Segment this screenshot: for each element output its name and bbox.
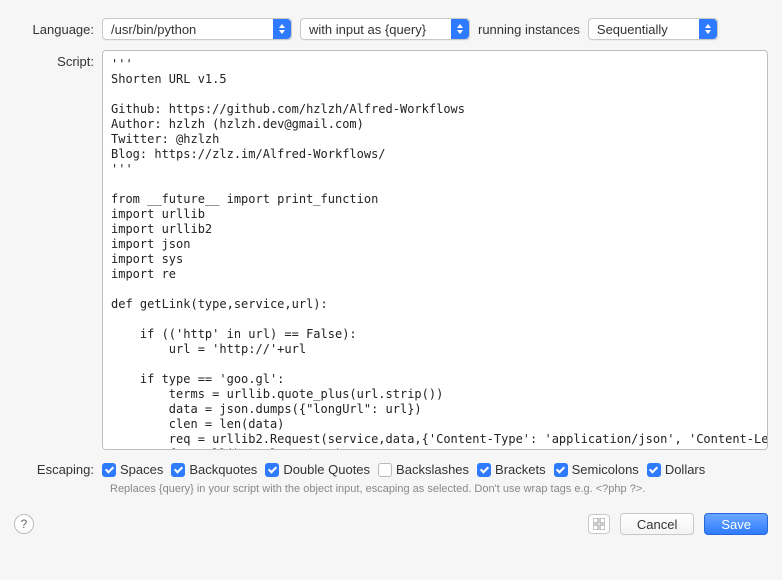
escaping-semicolons-label: Semicolons (572, 462, 639, 477)
escaping-brackets-label: Brackets (495, 462, 546, 477)
checkbox-icon (554, 463, 568, 477)
escaping-double-quotes[interactable]: Double Quotes (265, 462, 370, 477)
language-select-value: /usr/bin/python (111, 22, 196, 37)
escaping-backquotes[interactable]: Backquotes (171, 462, 257, 477)
script-label: Script: (14, 50, 94, 69)
checkbox-icon (171, 463, 185, 477)
help-icon: ? (21, 517, 28, 531)
escaping-dollars[interactable]: Dollars (647, 462, 705, 477)
chevron-updown-icon (451, 19, 469, 39)
escaping-spaces[interactable]: Spaces (102, 462, 163, 477)
help-button[interactable]: ? (14, 514, 34, 534)
escaping-backslashes[interactable]: Backslashes (378, 462, 469, 477)
script-textarea[interactable]: ''' Shorten URL v1.5 Github: https://git… (102, 50, 768, 450)
save-button[interactable]: Save (704, 513, 768, 535)
cancel-button[interactable]: Cancel (620, 513, 694, 535)
escaping-spaces-label: Spaces (120, 462, 163, 477)
concurrency-select[interactable]: Sequentially (588, 18, 718, 40)
language-label: Language: (14, 22, 94, 37)
checkbox-icon (378, 463, 392, 477)
checkbox-icon (477, 463, 491, 477)
input-mode-select[interactable]: with input as {query} (300, 18, 470, 40)
checkbox-icon (102, 463, 116, 477)
escaping-label: Escaping: (14, 462, 94, 477)
grid-view-button[interactable] (588, 514, 610, 534)
chevron-updown-icon (699, 19, 717, 39)
escaping-hint: Replaces {query} in your script with the… (110, 483, 768, 495)
concurrency-value: Sequentially (597, 22, 668, 37)
escaping-double-quotes-label: Double Quotes (283, 462, 370, 477)
escaping-brackets[interactable]: Brackets (477, 462, 546, 477)
chevron-updown-icon (273, 19, 291, 39)
escaping-semicolons[interactable]: Semicolons (554, 462, 639, 477)
checkbox-icon (647, 463, 661, 477)
language-select[interactable]: /usr/bin/python (102, 18, 292, 40)
escaping-backquotes-label: Backquotes (189, 462, 257, 477)
grid-icon (593, 518, 605, 530)
escaping-dollars-label: Dollars (665, 462, 705, 477)
running-instances-label: running instances (478, 22, 580, 37)
escaping-backslashes-label: Backslashes (396, 462, 469, 477)
checkbox-icon (265, 463, 279, 477)
input-mode-value: with input as {query} (309, 22, 426, 37)
